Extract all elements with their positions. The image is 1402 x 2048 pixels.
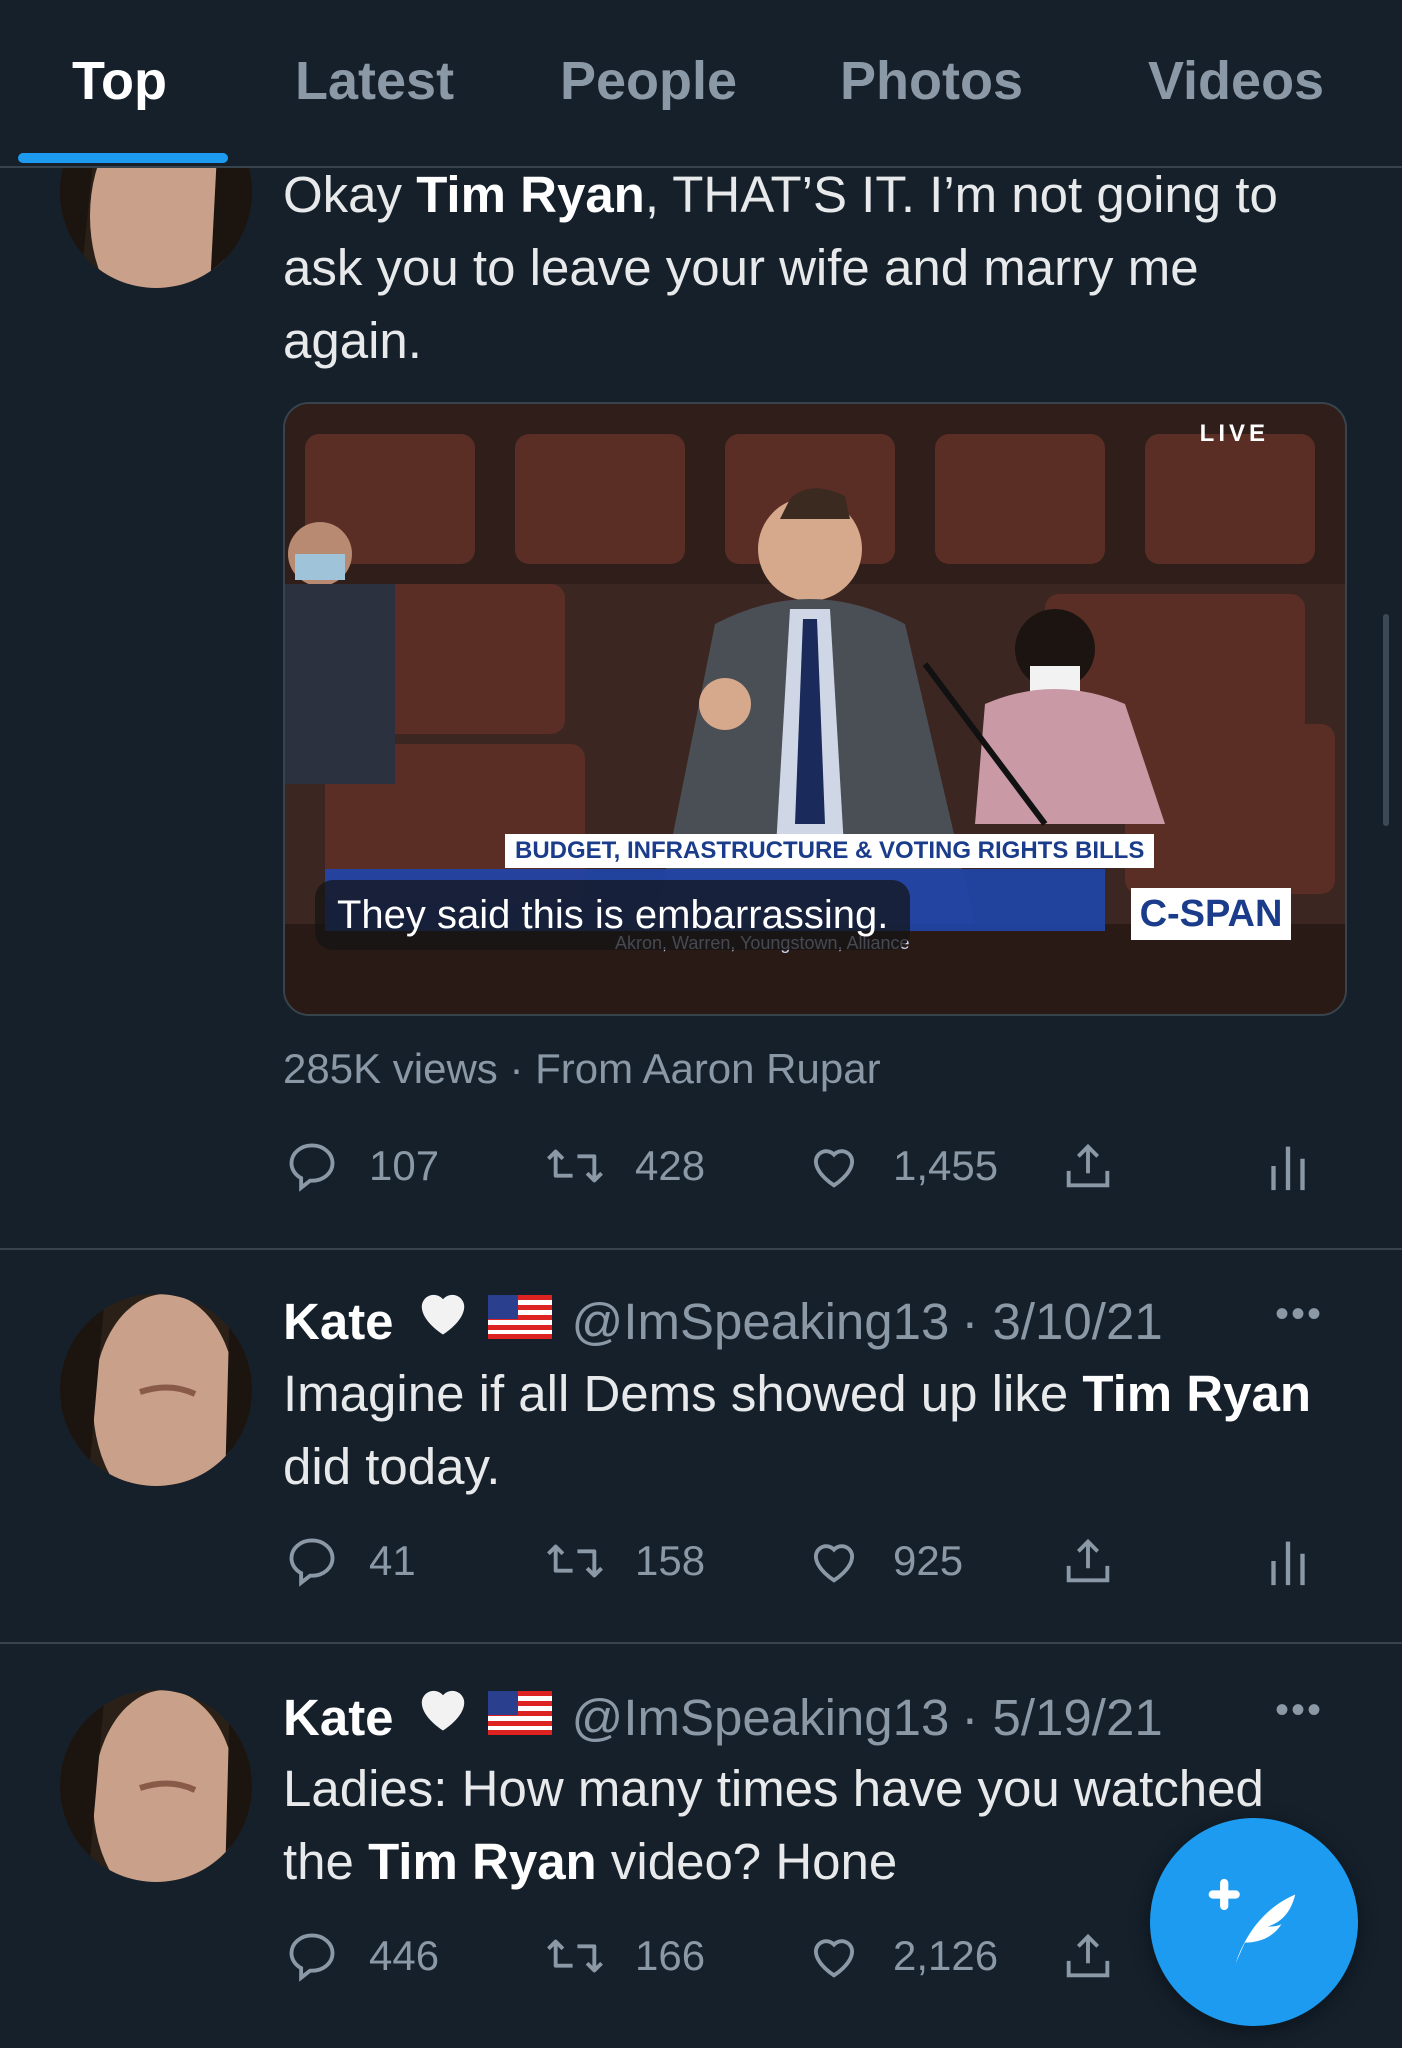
share-button[interactable] xyxy=(1058,1136,1146,1196)
tweet-actions: 41 158 925 xyxy=(283,1531,1363,1591)
tab-photos[interactable]: Photos xyxy=(840,50,1023,112)
retweet-icon xyxy=(547,1149,603,1183)
tweet-header: Kate @ImSpeaking13 · 3/10/21 xyxy=(283,1282,1163,1361)
tweet-text: Imagine if all Dems showed up like Tim R… xyxy=(283,1365,1312,1495)
retweet-button[interactable]: 428 xyxy=(543,1136,705,1196)
reply-count: 41 xyxy=(369,1537,416,1584)
tab-people[interactable]: People xyxy=(560,50,737,112)
avatar[interactable] xyxy=(60,1294,252,1486)
retweet-count: 428 xyxy=(635,1142,706,1189)
like-button[interactable]: 925 xyxy=(803,1531,963,1591)
compose-tweet-icon xyxy=(1208,1878,1296,1964)
analytics-icon xyxy=(1271,1541,1305,1586)
reply-count: 107 xyxy=(369,1142,440,1189)
reply-icon xyxy=(289,1143,335,1192)
display-name[interactable]: Kate xyxy=(283,1681,394,1754)
like-count: 2,126 xyxy=(893,1932,999,1979)
live-badge: LIVE xyxy=(1199,420,1269,447)
like-count: 925 xyxy=(893,1537,964,1584)
tab-top[interactable]: Top xyxy=(72,50,167,112)
white-heart-emoji xyxy=(412,1678,474,1757)
tweet-video[interactable]: Akron, Warren, Youngstown, Alliance LIVE… xyxy=(283,402,1347,1016)
like-icon xyxy=(813,1939,855,1978)
retweet-count: 166 xyxy=(635,1932,706,1979)
network-logo: C-SPAN xyxy=(1131,888,1291,940)
tweet-date[interactable]: · 5/19/21 xyxy=(961,1681,1162,1754)
like-icon xyxy=(813,1544,855,1583)
tweet-actions: 107 428 1,455 xyxy=(283,1136,1363,1196)
compose-tweet-button[interactable] xyxy=(1150,1818,1358,2026)
reply-icon xyxy=(289,1538,335,1587)
share-icon xyxy=(1066,1538,1110,1583)
reply-count: 446 xyxy=(369,1932,440,1979)
retweet-button[interactable]: 166 xyxy=(543,1926,705,1986)
like-button[interactable]: 2,126 xyxy=(803,1926,998,1986)
share-button[interactable] xyxy=(1058,1531,1146,1591)
tweet-header: Kate @ImSpeaking13 · 5/19/21 xyxy=(283,1678,1163,1757)
tab-latest[interactable]: Latest xyxy=(295,50,454,112)
more-options-button[interactable]: ••• xyxy=(1275,1292,1323,1337)
reply-icon xyxy=(289,1933,335,1982)
tweet-divider xyxy=(0,1248,1402,1250)
more-options-button[interactable]: ••• xyxy=(1275,1688,1323,1733)
retweet-count: 158 xyxy=(635,1537,706,1584)
retweet-icon xyxy=(547,1544,603,1578)
us-flag-emoji xyxy=(487,1681,552,1754)
video-meta[interactable]: 285K views · From Aaron Rupar xyxy=(283,1045,881,1093)
tweet-divider xyxy=(0,1642,1402,1644)
share-button[interactable] xyxy=(1058,1926,1146,1986)
share-icon xyxy=(1066,1933,1110,1978)
tweet-text: Okay Tim Ryan, THAT’S IT. I’m not going … xyxy=(283,166,1278,369)
like-count: 1,455 xyxy=(893,1142,999,1189)
retweet-button[interactable]: 158 xyxy=(543,1531,705,1591)
reply-button[interactable]: 107 xyxy=(283,1136,439,1196)
display-name[interactable]: Kate xyxy=(283,1285,394,1358)
share-icon xyxy=(1066,1143,1110,1188)
analytics-icon xyxy=(1271,1146,1305,1191)
analytics-button[interactable] xyxy=(1263,1531,1341,1591)
tab-videos[interactable]: Videos xyxy=(1148,50,1324,112)
analytics-button[interactable] xyxy=(1263,1136,1341,1196)
us-flag-emoji xyxy=(487,1285,552,1358)
avatar[interactable] xyxy=(60,1690,252,1882)
like-button[interactable]: 1,455 xyxy=(803,1136,998,1196)
white-heart-emoji xyxy=(412,1282,474,1361)
active-tab-indicator xyxy=(18,153,228,163)
reply-button[interactable]: 446 xyxy=(283,1926,439,1986)
retweet-icon xyxy=(547,1939,603,1973)
reply-button[interactable]: 41 xyxy=(283,1531,416,1591)
search-tabs: Top Latest People Photos Videos xyxy=(0,0,1402,168)
user-handle[interactable]: @ImSpeaking13 xyxy=(572,1681,950,1754)
like-icon xyxy=(813,1149,855,1188)
scrollbar[interactable] xyxy=(1383,614,1389,826)
video-caption: They said this is embarrassing. xyxy=(315,880,911,950)
video-chyron: BUDGET, INFRASTRUCTURE & VOTING RIGHTS B… xyxy=(505,834,1155,868)
tweet-date[interactable]: · 3/10/21 xyxy=(961,1285,1162,1358)
user-handle[interactable]: @ImSpeaking13 xyxy=(572,1285,950,1358)
